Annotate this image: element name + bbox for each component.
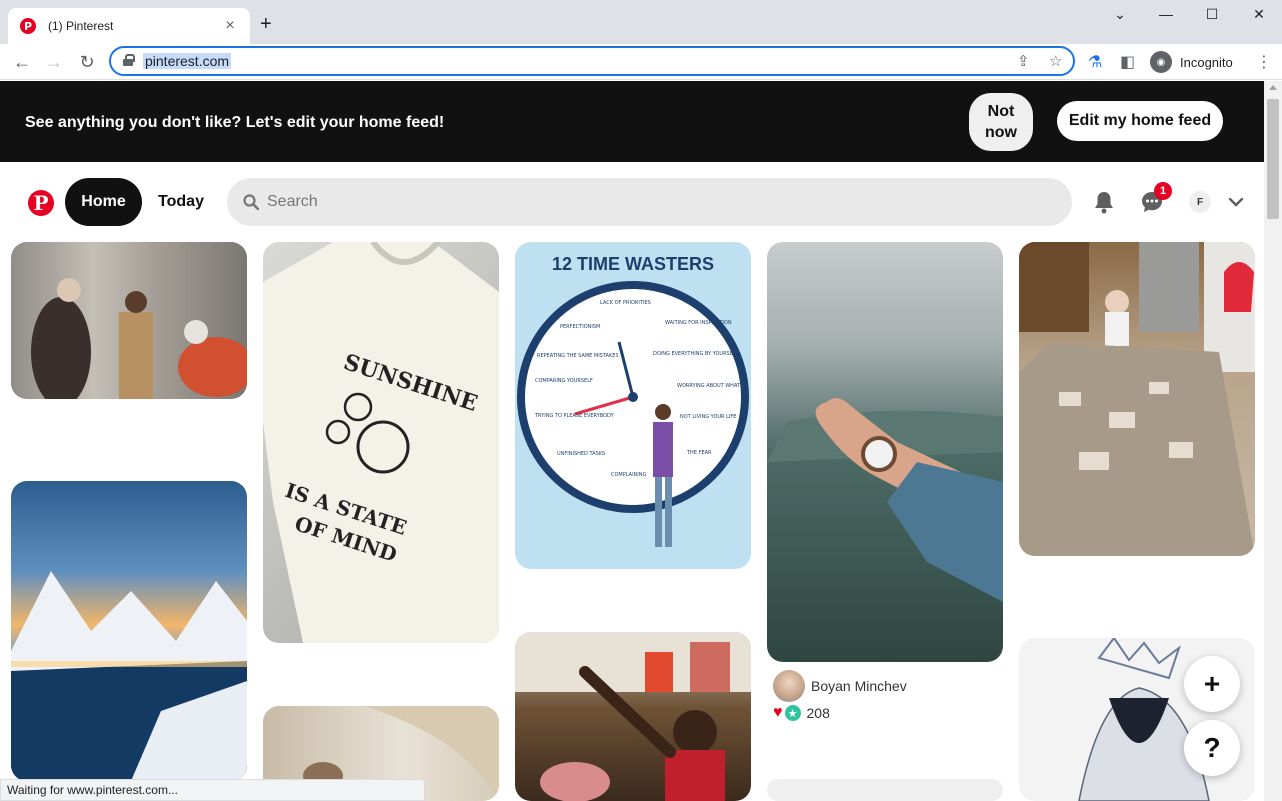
forward-arrow-icon[interactable]: →	[42, 50, 66, 74]
pin-image-ward[interactable]	[11, 242, 247, 399]
notification-badge: 1	[1154, 182, 1172, 200]
create-plus-button[interactable]: +	[1184, 656, 1240, 712]
browser-menu-icon[interactable]: ⋮	[1256, 52, 1272, 72]
incognito-indicator[interactable]: ◉ Incognito	[1148, 48, 1243, 76]
reload-icon[interactable]: ↻	[75, 50, 99, 74]
not-now-line2: now	[985, 124, 1017, 141]
pin-image-phone-card[interactable]	[767, 779, 1003, 801]
address-bar[interactable]: pinterest.com ⇪ ☆	[109, 46, 1075, 76]
svg-text:DOING EVERYTHING BY YOURSELF: DOING EVERYTHING BY YOURSELF	[653, 351, 739, 357]
svg-text:WORRYING ABOUT WHAT: WORRYING ABOUT WHAT	[677, 383, 741, 389]
edit-feed-banner: See anything you don't like? Let's edit …	[0, 81, 1264, 162]
incognito-icon: ◉	[1150, 51, 1172, 73]
star-icon[interactable]: ☆	[1049, 52, 1062, 70]
search-bar[interactable]	[227, 178, 1072, 226]
browser-tabstrip: P (1) Pinterest × + ⌄ — ☐ ✕	[0, 0, 1282, 44]
browser-status-bar: Waiting for www.pinterest.com...	[0, 779, 425, 801]
lock-icon[interactable]	[123, 54, 135, 66]
window-close-icon[interactable]: ✕	[1249, 6, 1269, 23]
svg-text:REPEATING THE SAME MISTAKES: REPEATING THE SAME MISTAKES	[537, 353, 619, 359]
svg-text:TRYING TO PLEASE EVERYBODY: TRYING TO PLEASE EVERYBODY	[534, 413, 615, 419]
browser-tab[interactable]: P (1) Pinterest ×	[8, 8, 250, 44]
pin-image-mountain-lake[interactable]	[11, 481, 247, 781]
side-panel-icon[interactable]: ◧	[1120, 52, 1135, 72]
pin-reactions: ♥ ★ 208	[773, 704, 830, 722]
search-input[interactable]	[267, 178, 1047, 226]
star-reaction-icon: ★	[784, 705, 801, 721]
avatar[interactable]: F	[1189, 191, 1211, 213]
nav-home[interactable]: Home	[65, 178, 142, 226]
author-avatar[interactable]	[773, 670, 805, 702]
pinterest-favicon-icon: P	[20, 18, 36, 34]
minimize-icon[interactable]: —	[1156, 6, 1176, 22]
reaction-count: 208	[806, 705, 830, 721]
tab-title: (1) Pinterest	[48, 19, 114, 33]
pin-image-tile-floor[interactable]	[1019, 242, 1255, 556]
extension-flask-icon[interactable]: ⚗	[1088, 52, 1102, 72]
pin-author[interactable]: Boyan Minchev	[773, 670, 907, 702]
svg-text:COMPARING YOURSELF: COMPARING YOURSELF	[535, 378, 593, 384]
heart-reaction-icon: ♥	[773, 704, 783, 721]
url-text[interactable]: pinterest.com	[143, 53, 232, 69]
pin-image-kitchen-kid[interactable]	[515, 632, 751, 801]
author-name[interactable]: Boyan Minchev	[811, 678, 907, 694]
chevron-down-icon[interactable]	[1228, 196, 1244, 208]
pin-image-hand-watch[interactable]	[767, 242, 1003, 662]
nav-today[interactable]: Today	[146, 178, 216, 226]
pinterest-logo[interactable]: P	[28, 190, 54, 216]
scroll-up-arrow-icon[interactable]	[1269, 85, 1277, 90]
search-icon	[243, 194, 259, 210]
bell-icon[interactable]	[1092, 190, 1116, 214]
edit-home-feed-button[interactable]: Edit my home feed	[1057, 101, 1223, 141]
banner-message: See anything you don't like? Let's edit …	[25, 114, 445, 131]
back-arrow-icon[interactable]: ←	[10, 50, 34, 74]
svg-text:COMPLAINING: COMPLAINING	[611, 472, 647, 478]
incognito-label: Incognito	[1180, 54, 1233, 70]
maximize-icon[interactable]: ☐	[1202, 6, 1222, 23]
tab-search-chevron-icon[interactable]: ⌄	[1110, 6, 1130, 23]
page-scrollbar[interactable]	[1264, 81, 1282, 801]
new-tab-icon[interactable]: +	[260, 14, 272, 34]
svg-text:THE FEAR: THE FEAR	[686, 450, 712, 456]
svg-text:NOT LIVING YOUR LIFE: NOT LIVING YOUR LIFE	[680, 414, 736, 420]
not-now-button[interactable]: Not now	[969, 93, 1033, 151]
scroll-thumb[interactable]	[1267, 99, 1279, 219]
share-icon[interactable]: ⇪	[1017, 52, 1030, 70]
pin-image-time-wasters[interactable]: 12 TIME WASTERS LACK OF PRIORITIES PERFE…	[515, 242, 751, 569]
svg-text:UNFINISHED TASKS: UNFINISHED TASKS	[557, 451, 605, 457]
tab-close-icon[interactable]: ×	[222, 17, 238, 35]
pin-image-tshirt[interactable]: SUNSHINE IS A STATE OF MIND	[263, 242, 499, 643]
svg-text:LACK OF PRIORITIES: LACK OF PRIORITIES	[600, 300, 651, 306]
svg-text:PERFECTIONISM: PERFECTIONISM	[560, 324, 600, 330]
help-button[interactable]: ?	[1184, 720, 1240, 776]
browser-toolbar: ← → ↻ pinterest.com ⇪ ☆ ⚗ ◧ ◉ Incognito …	[0, 44, 1282, 80]
not-now-line1: Not	[987, 103, 1015, 120]
svg-text:WAITING FOR INSPIRATION: WAITING FOR INSPIRATION	[665, 320, 732, 326]
